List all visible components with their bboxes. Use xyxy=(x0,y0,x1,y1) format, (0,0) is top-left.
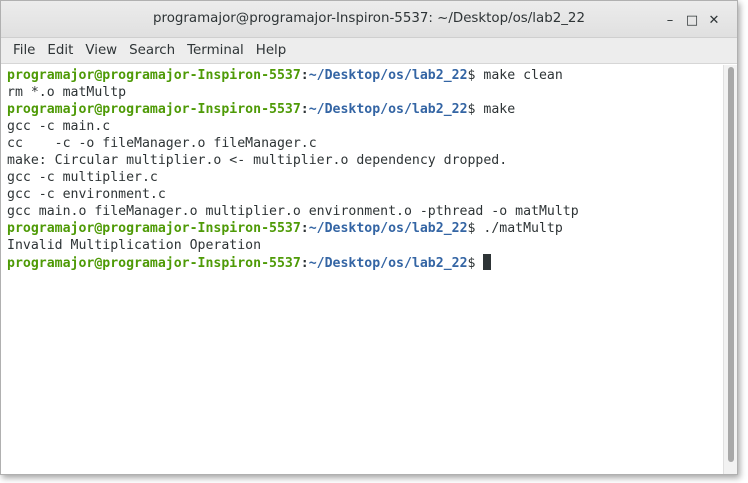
prompt-path: ~/Desktop/os/lab2_22 xyxy=(308,256,468,271)
menu-file[interactable]: File xyxy=(7,38,41,64)
output-line: cc -c -o fileManager.o fileManager.c xyxy=(7,136,317,151)
output-line: make: Circular multiplier.o <- multiplie… xyxy=(7,153,508,168)
prompt-line: programajor@programajor-Inspiron-5537:~/… xyxy=(7,101,723,118)
prompt-path: ~/Desktop/os/lab2_22 xyxy=(308,221,468,236)
terminal-output[interactable]: programajor@programajor-Inspiron-5537:~/… xyxy=(1,65,723,474)
prompt-separator: : xyxy=(300,256,309,271)
prompt-separator: : xyxy=(300,68,309,83)
prompt-user: programajor@programajor-Inspiron-5537 xyxy=(7,221,301,236)
title-bar[interactable]: programajor@programajor-Inspiron-5537: ~… xyxy=(1,1,737,38)
prompt-user: programajor@programajor-Inspiron-5537 xyxy=(7,102,301,117)
prompt-user: programajor@programajor-Inspiron-5537 xyxy=(7,256,301,271)
menu-edit[interactable]: Edit xyxy=(41,38,79,64)
menu-bar: File Edit View Search Terminal Help xyxy=(1,38,737,64)
output-line: gcc -c multiplier.c xyxy=(7,170,158,185)
prompt-symbol: $ xyxy=(467,256,484,271)
prompt-symbol: $ xyxy=(467,221,484,236)
menu-help[interactable]: Help xyxy=(250,38,293,64)
menu-view[interactable]: View xyxy=(79,38,123,64)
close-icon[interactable]: ✕ xyxy=(703,10,725,30)
prompt-line: programajor@programajor-Inspiron-5537:~/… xyxy=(7,254,723,271)
maximize-icon[interactable]: □ xyxy=(681,10,703,30)
text-cursor xyxy=(483,254,492,270)
prompt-line: programajor@programajor-Inspiron-5537:~/… xyxy=(7,67,723,84)
minimize-icon[interactable]: – xyxy=(659,10,681,30)
prompt-user: programajor@programajor-Inspiron-5537 xyxy=(7,68,301,83)
output-line: Invalid Multiplication Operation xyxy=(7,238,262,253)
window-controls: – □ ✕ xyxy=(659,10,725,30)
scrollbar-thumb[interactable] xyxy=(728,67,734,462)
command-text: make clean xyxy=(483,68,563,83)
menu-search[interactable]: Search xyxy=(123,38,181,64)
output-line: gcc main.o fileManager.o multiplier.o en… xyxy=(7,204,579,219)
prompt-path: ~/Desktop/os/lab2_22 xyxy=(308,102,468,117)
menu-terminal[interactable]: Terminal xyxy=(181,38,250,64)
prompt-path: ~/Desktop/os/lab2_22 xyxy=(308,68,468,83)
prompt-line: programajor@programajor-Inspiron-5537:~/… xyxy=(7,220,723,237)
command-text: ./matMultp xyxy=(483,221,563,236)
prompt-separator: : xyxy=(300,221,309,236)
prompt-separator: : xyxy=(300,102,309,117)
terminal-window: programajor@programajor-Inspiron-5537: ~… xyxy=(0,0,738,475)
output-line: gcc -c main.c xyxy=(7,119,111,134)
window-title: programajor@programajor-Inspiron-5537: ~… xyxy=(153,11,585,26)
command-text: make xyxy=(483,102,516,117)
vertical-scrollbar[interactable] xyxy=(723,65,737,474)
output-line: gcc -c environment.c xyxy=(7,187,166,202)
prompt-symbol: $ xyxy=(467,102,484,117)
output-line: rm *.o matMultp xyxy=(7,85,127,100)
prompt-symbol: $ xyxy=(467,68,484,83)
